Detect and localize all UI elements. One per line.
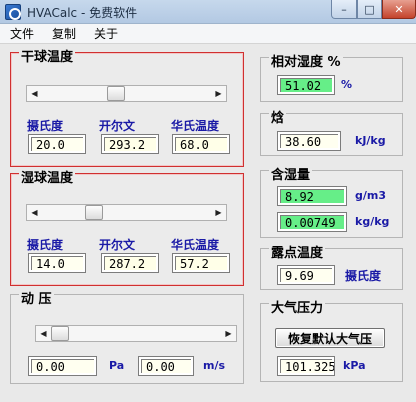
percent-unit-label: % [341,78,353,91]
dew-point-value: 9.69 [277,265,335,285]
wet-bulb-kelvin-field[interactable]: 287.2 [101,253,159,273]
menu-file[interactable]: 文件 [10,25,34,42]
scroll-left-icon[interactable]: ◀ [27,86,42,101]
dry-bulb-celsius-field[interactable]: 20.0 [28,134,86,154]
enthalpy-legend: 焓 [269,111,287,126]
humidity-kgkg-value: 0.00749 [277,212,347,232]
pa-unit-label: Pa [109,359,125,372]
scroll-right-icon[interactable]: ▶ [211,86,226,101]
close-button[interactable]: ✕ [382,0,416,19]
dew-point-unit-label: 摄氏度 [345,269,382,283]
velocity-ms-field[interactable]: 0.00 [138,356,194,376]
wet-bulb-panel: 湿球温度 ◀ ▶ 摄氏度 开尔文 华氏温度 14.0 287.2 57.2 [10,171,244,286]
menu-bar: 文件 复制 关于 [0,24,416,44]
atmospheric-pressure-value[interactable]: 101.325 [277,356,336,376]
wet-bulb-legend: 湿球温度 [19,171,76,186]
dry-bulb-legend: 干球温度 [19,50,76,65]
dynamic-pressure-panel: 动 压 ◀ ▶ 0.00 Pa 0.00 m/s [10,292,244,384]
kpa-unit-label: kPa [343,359,366,372]
slider-thumb[interactable] [51,326,69,341]
celsius-label: 摄氏度 [27,238,64,252]
scroll-right-icon[interactable]: ▶ [211,205,226,220]
scroll-left-icon[interactable]: ◀ [27,205,42,220]
dynamic-pressure-slider[interactable]: ◀ ▶ [35,325,237,342]
slider-thumb[interactable] [107,86,125,101]
humidity-ratio-panel: 含湿量 8.92 g/m3 0.00749 kg/kg [260,168,403,238]
relative-humidity-legend: 相对湿度 % [269,55,343,70]
wet-bulb-fahrenheit-field[interactable]: 57.2 [172,253,230,273]
wet-bulb-celsius-field[interactable]: 14.0 [28,253,86,273]
fahrenheit-label: 华氏温度 [171,238,220,252]
title-bar: HVACalc - 免费软件 – □ ✕ [0,0,416,24]
fahrenheit-label: 华氏温度 [171,119,220,133]
menu-about[interactable]: 关于 [94,25,118,42]
relative-humidity-value: 51.02 [277,75,335,95]
dry-bulb-kelvin-field[interactable]: 293.2 [101,134,159,154]
reset-pressure-button[interactable]: 恢复默认大气压 [275,328,385,348]
dynamic-pressure-legend: 动 压 [19,292,54,307]
menu-copy[interactable]: 复制 [52,25,76,42]
scroll-right-icon[interactable]: ▶ [221,326,236,341]
kj-kg-unit-label: kJ/kg [355,134,386,147]
dew-point-panel: 露点温度 9.69 摄氏度 [260,246,403,290]
gm3-unit-label: g/m3 [355,189,387,202]
minimize-button[interactable]: – [331,0,357,19]
window-title: HVACalc - 免费软件 [27,6,138,20]
enthalpy-value: 38.60 [277,131,341,151]
atmospheric-pressure-legend: 大气压力 [269,301,326,316]
wet-bulb-slider[interactable]: ◀ ▶ [26,204,227,221]
scroll-left-icon[interactable]: ◀ [36,326,51,341]
dry-bulb-panel: 干球温度 ◀ ▶ 摄氏度 开尔文 华氏温度 20.0 293.2 68.0 [10,50,244,167]
relative-humidity-panel: 相对湿度 % 51.02 % [260,55,403,102]
app-icon [5,4,21,20]
ms-unit-label: m/s [203,359,226,372]
humidity-gm3-value: 8.92 [277,186,347,206]
kgkg-unit-label: kg/kg [355,215,390,228]
humidity-ratio-legend: 含湿量 [269,168,313,183]
slider-thumb[interactable] [85,205,103,220]
dry-bulb-fahrenheit-field[interactable]: 68.0 [172,134,230,154]
pressure-pa-field[interactable]: 0.00 [28,356,97,376]
celsius-label: 摄氏度 [27,119,64,133]
kelvin-label: 开尔文 [99,119,136,133]
enthalpy-panel: 焓 38.60 kJ/kg [260,111,403,156]
kelvin-label: 开尔文 [99,238,136,252]
maximize-button[interactable]: □ [357,0,382,19]
dew-point-legend: 露点温度 [269,246,326,261]
dry-bulb-slider[interactable]: ◀ ▶ [26,85,227,102]
